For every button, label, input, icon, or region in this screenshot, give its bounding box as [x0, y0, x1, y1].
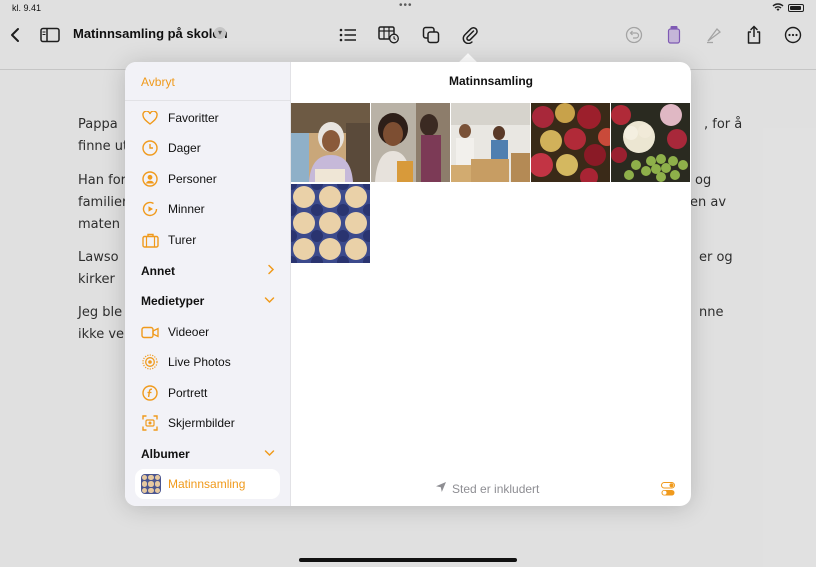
- sidebar-item-screenshots[interactable]: Skjermbilder: [135, 408, 280, 438]
- photo-eggs[interactable]: [291, 184, 370, 263]
- photo-picker-sidebar: Avbryt Favoritter Dager Personer Minner …: [125, 62, 291, 506]
- home-indicator[interactable]: [299, 558, 517, 562]
- section-label: Albumer: [141, 447, 190, 461]
- memories-icon: [141, 200, 159, 218]
- section-albumer[interactable]: Albumer: [141, 439, 275, 469]
- portrait-icon: [141, 384, 159, 402]
- photo-picker-popover: Avbryt Favoritter Dager Personer Minner …: [125, 62, 691, 506]
- sidebar-item-label: Turer: [168, 233, 197, 247]
- sidebar-item-portrait[interactable]: Portrett: [135, 378, 280, 408]
- sidebar-item-favorites[interactable]: Favoritter: [135, 103, 280, 133]
- section-label: Annet: [141, 264, 175, 278]
- sidebar-item-label: Portrett: [168, 386, 208, 400]
- suitcase-icon: [141, 231, 159, 249]
- photo-woman-smiling[interactable]: [291, 103, 370, 182]
- sidebar-item-label: Personer: [168, 172, 217, 186]
- cancel-button[interactable]: Avbryt: [141, 75, 175, 89]
- screenshot-icon: [141, 414, 159, 432]
- person-icon: [141, 170, 159, 188]
- popover-title: Matinnsamling: [448, 74, 533, 88]
- chevron-down-icon: [264, 295, 275, 307]
- location-arrow-icon: [435, 481, 447, 496]
- sidebar-item-label: Minner: [168, 202, 205, 216]
- video-icon: [141, 323, 159, 341]
- live-photo-icon: [141, 353, 159, 371]
- sidebar-item-label: Live Photos: [168, 355, 231, 369]
- section-label: Medietyper: [141, 294, 205, 308]
- options-toggle-icon[interactable]: [661, 482, 675, 496]
- photo-cauliflower-grapes[interactable]: [611, 103, 690, 182]
- sidebar-header: Avbryt: [125, 62, 291, 101]
- sidebar-item-people[interactable]: Personer: [135, 164, 280, 194]
- photo-child-smiling[interactable]: [371, 103, 450, 182]
- section-annet[interactable]: Annet: [141, 256, 275, 286]
- chevron-down-icon: [264, 448, 275, 460]
- sidebar-item-label: Skjermbilder: [168, 416, 235, 430]
- sidebar-item-days[interactable]: Dager: [135, 133, 280, 163]
- sidebar-item-label: Videoer: [168, 325, 210, 339]
- sidebar-item-label: Dager: [168, 141, 201, 155]
- chevron-right-icon: [267, 264, 275, 278]
- location-status[interactable]: Sted er inkludert: [435, 481, 539, 496]
- sidebar-item-label: Matinnsamling: [168, 477, 246, 491]
- section-medietyper[interactable]: Medietyper: [141, 286, 275, 316]
- heart-icon: [141, 109, 159, 127]
- photo-volunteers-boxes[interactable]: [451, 103, 530, 182]
- photo-apples[interactable]: [531, 103, 610, 182]
- sidebar-item-memories[interactable]: Minner: [135, 194, 280, 224]
- sidebar-item-label: Favoritter: [168, 111, 219, 125]
- sidebar-item-live-photos[interactable]: Live Photos: [135, 347, 280, 377]
- location-label: Sted er inkludert: [452, 481, 540, 496]
- album-thumbnail: [141, 474, 161, 494]
- clock-icon: [141, 139, 159, 157]
- sidebar-item-trips[interactable]: Turer: [135, 225, 280, 255]
- sidebar-item-videos[interactable]: Videoer: [135, 317, 280, 347]
- sidebar-item-album-matinnsamling[interactable]: Matinnsamling: [135, 469, 280, 499]
